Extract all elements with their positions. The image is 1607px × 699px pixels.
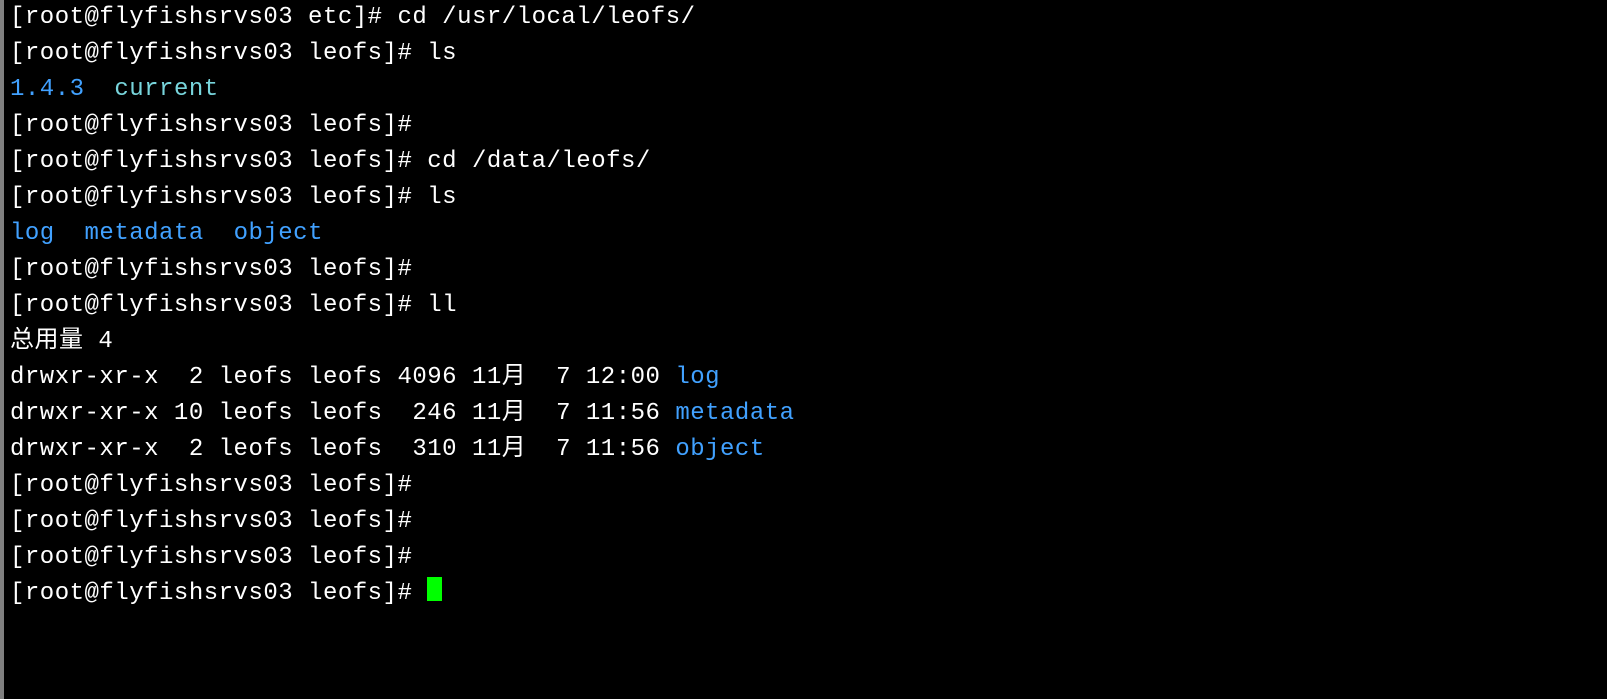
terminal-line: [root@flyfishsrvs03 etc]# cd /usr/local/…	[10, 0, 1603, 36]
terminal-text-segment	[85, 76, 115, 103]
terminal-line: [root@flyfishsrvs03 leofs]# cd /data/leo…	[10, 144, 1603, 180]
terminal-text-segment: metadata	[675, 400, 794, 427]
terminal-text-segment	[204, 220, 234, 247]
terminal-text-segment: [root@flyfishsrvs03 leofs]#	[10, 580, 427, 607]
terminal-text-segment: [root@flyfishsrvs03 leofs]#	[10, 256, 427, 283]
terminal-line: log metadata object	[10, 216, 1603, 252]
terminal-text-segment: current	[114, 76, 218, 103]
terminal-text-segment: object	[234, 220, 323, 247]
terminal-text-segment: [root@flyfishsrvs03 leofs]#	[10, 508, 427, 535]
terminal-text-segment: [root@flyfishsrvs03 leofs]#	[10, 472, 427, 499]
terminal-text-segment: [root@flyfishsrvs03 leofs]# ls	[10, 184, 457, 211]
terminal-line: drwxr-xr-x 2 leofs leofs 4096 11月 7 12:0…	[10, 360, 1603, 396]
terminal-text-segment: drwxr-xr-x 2 leofs leofs 4096 11月 7 12:0…	[10, 364, 675, 391]
terminal-line: [root@flyfishsrvs03 leofs]#	[10, 540, 1603, 576]
terminal-line: [root@flyfishsrvs03 leofs]#	[10, 468, 1603, 504]
terminal-line: [root@flyfishsrvs03 leofs]#	[10, 576, 1603, 612]
terminal-text-segment: log	[10, 220, 55, 247]
terminal-text-segment: drwxr-xr-x 2 leofs leofs 310 11月 7 11:56	[10, 436, 675, 463]
terminal-text-segment	[55, 220, 85, 247]
terminal-line: 总用量 4	[10, 324, 1603, 360]
terminal-text-segment: metadata	[85, 220, 204, 247]
terminal-text-segment: [root@flyfishsrvs03 leofs]# ls	[10, 40, 457, 67]
terminal-text-segment: drwxr-xr-x 10 leofs leofs 246 11月 7 11:5…	[10, 400, 675, 427]
terminal-text-segment: [root@flyfishsrvs03 leofs]# cd /data/leo…	[10, 148, 651, 175]
cursor	[427, 577, 441, 601]
terminal-line: [root@flyfishsrvs03 leofs]# ls	[10, 180, 1603, 216]
terminal-line: [root@flyfishsrvs03 leofs]#	[10, 252, 1603, 288]
terminal-text-segment: object	[675, 436, 764, 463]
terminal-text-segment: [root@flyfishsrvs03 leofs]# ll	[10, 292, 457, 319]
terminal-text-segment: 总用量 4	[10, 328, 113, 355]
terminal-line: [root@flyfishsrvs03 leofs]#	[10, 108, 1603, 144]
terminal-text-segment: log	[675, 364, 720, 391]
terminal-text-segment: [root@flyfishsrvs03 etc]# cd /usr/local/…	[10, 4, 696, 31]
terminal-output[interactable]: [root@flyfishsrvs03 etc]# cd /usr/local/…	[4, 0, 1607, 612]
terminal-line: [root@flyfishsrvs03 leofs]# ll	[10, 288, 1603, 324]
terminal-text-segment: [root@flyfishsrvs03 leofs]#	[10, 544, 427, 571]
terminal-line: [root@flyfishsrvs03 leofs]# ls	[10, 36, 1603, 72]
terminal-text-segment: 1.4.3	[10, 76, 85, 103]
terminal-line: drwxr-xr-x 10 leofs leofs 246 11月 7 11:5…	[10, 396, 1603, 432]
terminal-text-segment: [root@flyfishsrvs03 leofs]#	[10, 112, 427, 139]
terminal-line: 1.4.3 current	[10, 72, 1603, 108]
terminal-line: [root@flyfishsrvs03 leofs]#	[10, 504, 1603, 540]
terminal-line: drwxr-xr-x 2 leofs leofs 310 11月 7 11:56…	[10, 432, 1603, 468]
